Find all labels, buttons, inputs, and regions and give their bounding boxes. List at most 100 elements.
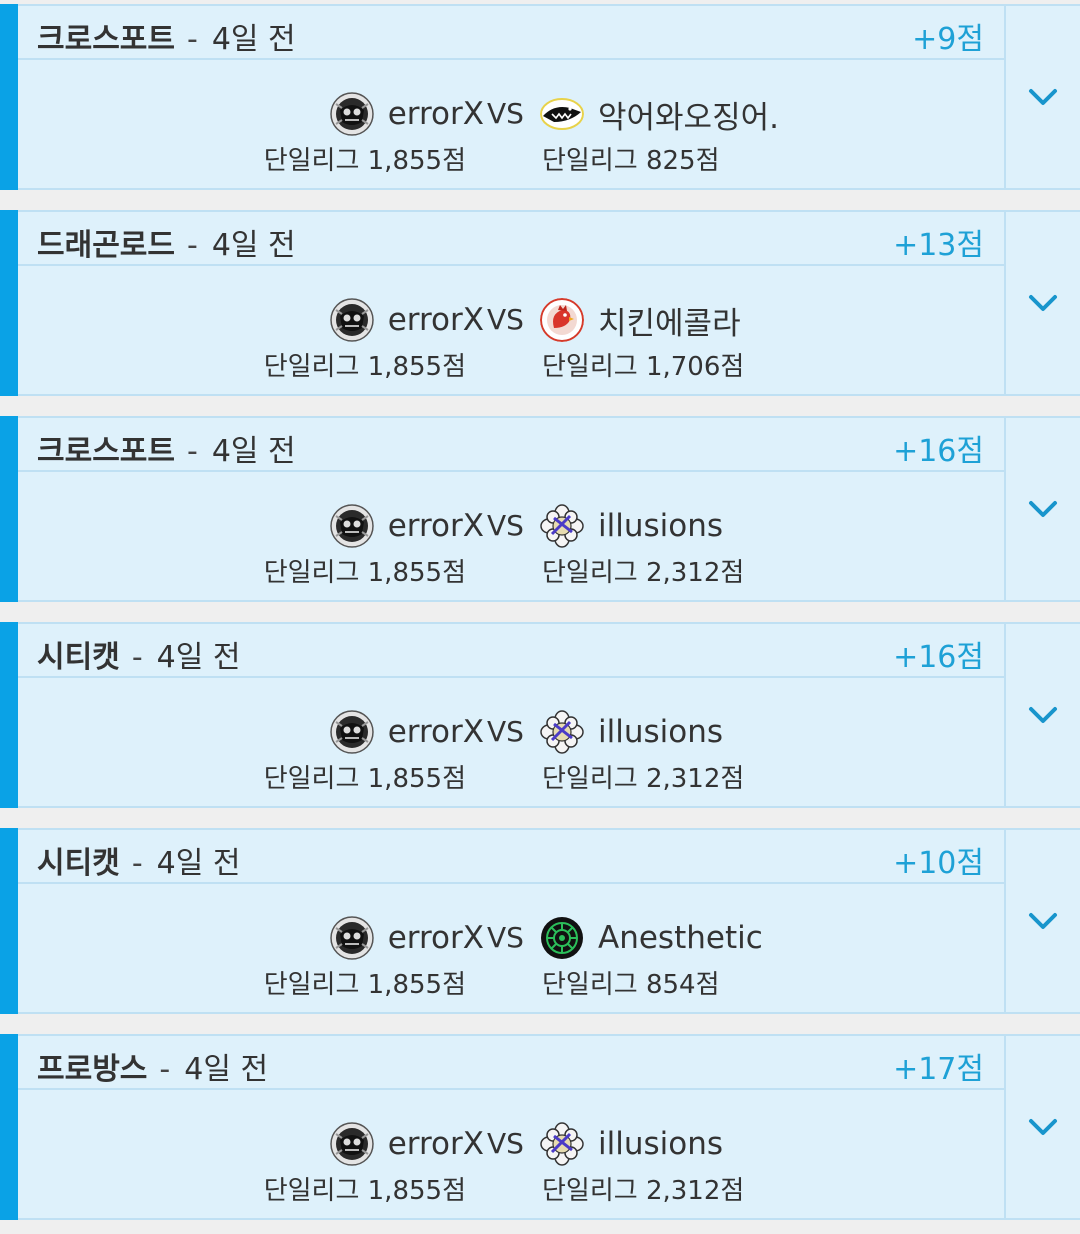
- match-time: 4일 전: [211, 22, 296, 57]
- player1[interactable]: errorX: [329, 914, 484, 962]
- match-card[interactable]: 시티캣 -4일 전 +10점 errorX VS Anesthetic 단일리그 …: [0, 828, 1080, 1014]
- player2[interactable]: illusions: [540, 1120, 723, 1168]
- player1[interactable]: errorX: [329, 90, 484, 138]
- player2-rating: 단일리그 2,312점: [542, 764, 745, 794]
- players-row: errorX VS 치킨에콜라: [18, 296, 1004, 344]
- player2-rating: 단일리그 1,706점: [542, 352, 745, 382]
- match-body: 프로방스 -4일 전 +17점 errorX VS illusions 단일리그 …: [18, 1036, 1006, 1218]
- match-body: 드래곤로드 -4일 전 +13점 errorX VS 치킨에콜라 단일리그 1,8…: [18, 212, 1006, 394]
- player2[interactable]: illusions: [540, 708, 723, 756]
- expand-button[interactable]: [1006, 624, 1080, 806]
- match-header: 크로스포트 -4일 전 +16점: [18, 418, 1004, 472]
- match-history-list: 크로스포트 -4일 전 +9점 errorX VS 악어와오징어. 단일리그 1,…: [0, 0, 1080, 1234]
- win-indicator: [0, 210, 18, 396]
- player2-rating: 단일리그 825점: [542, 146, 720, 176]
- match-header: 크로스포트 -4일 전 +9점: [18, 6, 1004, 60]
- player2[interactable]: 악어와오징어.: [540, 90, 779, 138]
- expand-button[interactable]: [1006, 830, 1080, 1012]
- skull-emblem-icon: [329, 1122, 374, 1166]
- player2-name: illusions: [598, 508, 724, 544]
- chevron-down-icon: [1029, 913, 1057, 929]
- player1-name: errorX: [387, 96, 484, 132]
- vs-label: VS: [487, 921, 524, 954]
- match-card[interactable]: 크로스포트 -4일 전 +9점 errorX VS 악어와오징어. 단일리그 1,…: [0, 4, 1080, 190]
- expand-button[interactable]: [1006, 1036, 1080, 1218]
- player1-name: errorX: [387, 1126, 484, 1162]
- player2-rating: 단일리그 2,312점: [542, 1176, 745, 1206]
- green-gear-emblem-icon: [540, 916, 584, 960]
- player2[interactable]: Anesthetic: [540, 914, 763, 962]
- expand-button[interactable]: [1006, 212, 1080, 394]
- players-row: errorX VS 악어와오징어.: [18, 90, 1004, 138]
- player1-rating: 단일리그 1,855점: [263, 146, 466, 176]
- crocodile-emblem-icon: [540, 92, 584, 136]
- chevron-down-icon: [1029, 707, 1057, 723]
- match-body: 크로스포트 -4일 전 +16점 errorX VS illusions 단일리그…: [18, 418, 1006, 600]
- player1-name: errorX: [387, 920, 484, 956]
- player2-name: illusions: [598, 1126, 724, 1162]
- player1[interactable]: errorX: [329, 1120, 484, 1168]
- points-gained: +16점: [893, 640, 984, 675]
- skull-emblem-icon: [329, 504, 374, 548]
- win-indicator: [0, 828, 18, 1014]
- match-time: 4일 전: [211, 228, 296, 263]
- match-time: 4일 전: [184, 1052, 269, 1087]
- separator: -: [159, 1052, 171, 1087]
- map-name: 시티캣: [37, 640, 120, 675]
- points-gained: +9점: [912, 22, 984, 57]
- match-time: 4일 전: [156, 846, 241, 881]
- player1[interactable]: errorX: [329, 296, 484, 344]
- match-card[interactable]: 드래곤로드 -4일 전 +13점 errorX VS 치킨에콜라 단일리그 1,8…: [0, 210, 1080, 396]
- match-card[interactable]: 시티캣 -4일 전 +16점 errorX VS illusions 단일리그 1…: [0, 622, 1080, 808]
- player2[interactable]: illusions: [540, 502, 723, 550]
- vs-label: VS: [487, 509, 524, 542]
- expand-button[interactable]: [1006, 418, 1080, 600]
- player1[interactable]: errorX: [329, 708, 484, 756]
- points-gained: +13점: [893, 228, 984, 263]
- match-header: 시티캣 -4일 전 +10점: [18, 830, 1004, 884]
- chevron-down-icon: [1029, 89, 1057, 105]
- map-name: 프로방스: [37, 1052, 148, 1087]
- separator: -: [131, 846, 143, 881]
- players-row: errorX VS illusions: [18, 1120, 1004, 1168]
- player1-name: errorX: [387, 508, 484, 544]
- skull-emblem-icon: [329, 298, 374, 342]
- player2-rating: 단일리그 2,312점: [542, 558, 745, 588]
- expand-button[interactable]: [1006, 6, 1080, 188]
- separator: -: [187, 228, 198, 263]
- players-row: errorX VS illusions: [18, 502, 1004, 550]
- match-header: 프로방스 -4일 전 +17점: [18, 1036, 1004, 1090]
- match-time: 4일 전: [156, 640, 241, 675]
- skull-emblem-icon: [329, 916, 374, 960]
- player1-rating: 단일리그 1,855점: [263, 970, 466, 1000]
- vs-label: VS: [487, 303, 524, 336]
- flower-emblem-icon: [540, 504, 584, 548]
- points-gained: +17점: [893, 1052, 984, 1087]
- player1-rating: 단일리그 1,855점: [263, 352, 466, 382]
- player2-name: Anesthetic: [598, 920, 763, 956]
- points-gained: +16점: [893, 434, 984, 469]
- match-body: 시티캣 -4일 전 +10점 errorX VS Anesthetic 단일리그 …: [18, 830, 1006, 1012]
- player2[interactable]: 치킨에콜라: [540, 296, 741, 344]
- player1-name: errorX: [387, 302, 484, 338]
- chevron-down-icon: [1029, 295, 1057, 311]
- players-row: errorX VS Anesthetic: [18, 914, 1004, 962]
- players-row: errorX VS illusions: [18, 708, 1004, 756]
- player1-name: errorX: [387, 714, 484, 750]
- match-card[interactable]: 프로방스 -4일 전 +17점 errorX VS illusions 단일리그 …: [0, 1034, 1080, 1220]
- separator: -: [131, 640, 143, 675]
- chevron-down-icon: [1029, 1119, 1057, 1135]
- map-name: 크로스포트: [37, 22, 175, 57]
- match-header: 드래곤로드 -4일 전 +13점: [18, 212, 1004, 266]
- match-body: 시티캣 -4일 전 +16점 errorX VS illusions 단일리그 1…: [18, 624, 1006, 806]
- flower-emblem-icon: [540, 710, 584, 754]
- player1-rating: 단일리그 1,855점: [263, 764, 466, 794]
- player2-name: 악어와오징어.: [598, 99, 779, 136]
- separator: -: [187, 434, 198, 469]
- match-card[interactable]: 크로스포트 -4일 전 +16점 errorX VS illusions 단일리그…: [0, 416, 1080, 602]
- vs-label: VS: [487, 1127, 524, 1160]
- chevron-down-icon: [1029, 501, 1057, 517]
- flower-emblem-icon: [540, 1122, 584, 1166]
- skull-emblem-icon: [329, 710, 374, 754]
- player1[interactable]: errorX: [329, 502, 484, 550]
